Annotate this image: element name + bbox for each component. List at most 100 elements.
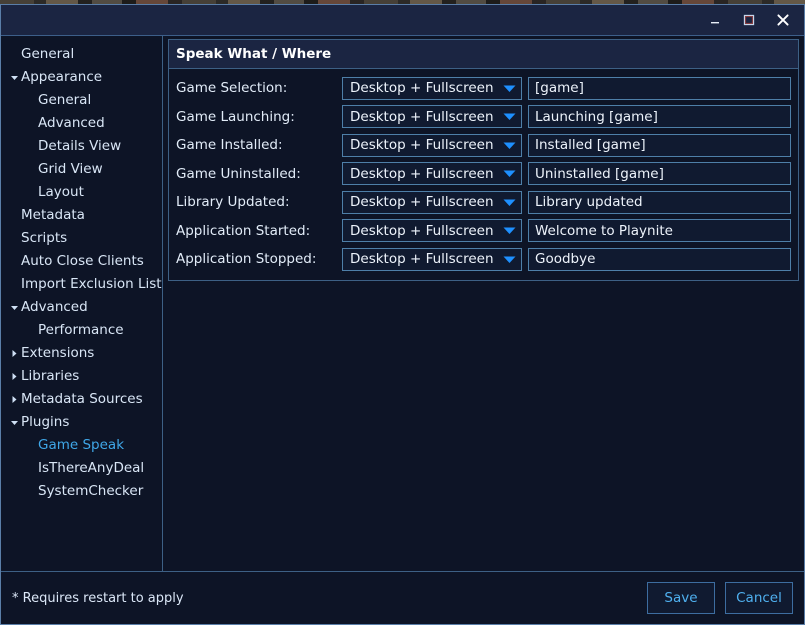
sidebar-item-label: Layout <box>38 183 84 200</box>
where-dropdown[interactable]: Desktop + Fullscreen <box>342 105 522 129</box>
row-label: Application Stopped: <box>176 251 317 268</box>
settings-row: Library Updated: Desktop + Fullscreen Libr… <box>169 188 798 217</box>
sidebar-item-advanced[interactable]: Advanced <box>1 112 162 135</box>
row-label: Game Uninstalled: <box>176 165 301 182</box>
sidebar-item-details-view[interactable]: Details View <box>1 135 162 158</box>
where-dropdown[interactable]: Desktop + Fullscreen <box>342 190 522 214</box>
settings-row: Game Installed: Desktop + Fullscreen Insta… <box>169 131 798 160</box>
chevron-down-icon[interactable] <box>7 418 21 427</box>
sidebar-item-isthereanydeal[interactable]: IsThereAnyDeal <box>1 457 162 480</box>
where-dropdown[interactable]: Desktop + Fullscreen <box>342 247 522 271</box>
save-button[interactable]: Save <box>647 582 715 614</box>
speak-text-value: Welcome to Playnite <box>535 222 673 239</box>
sidebar-item-label: General <box>21 45 75 62</box>
window-footer: * Requires restart to apply Save Cancel <box>1 571 804 624</box>
speak-text-input[interactable]: Uninstalled [game] <box>528 162 791 186</box>
row-label: Library Updated: <box>176 194 290 211</box>
sidebar-item-label: Details View <box>38 137 122 154</box>
speak-text-input[interactable]: [game] <box>528 76 791 100</box>
speak-text-input[interactable]: Launching [game] <box>528 105 791 129</box>
section-header: Speak What / Where <box>169 40 798 69</box>
sidebar-item-label: SystemChecker <box>38 482 144 499</box>
restart-required-note: * Requires restart to apply <box>12 590 184 606</box>
where-dropdown[interactable]: Desktop + Fullscreen <box>342 76 522 100</box>
sidebar-item-label: General <box>38 91 92 108</box>
sidebar-item-label: IsThereAnyDeal <box>38 459 145 476</box>
where-dropdown[interactable]: Desktop + Fullscreen <box>342 133 522 157</box>
chevron-down-icon[interactable] <box>501 198 517 207</box>
speak-what-where-panel: Speak What / Where Game Selection: Deskto… <box>168 39 799 281</box>
settings-row: Game Selection: Desktop + Fullscreen [game… <box>169 74 798 103</box>
close-button[interactable] <box>766 6 800 35</box>
sidebar-item-layout[interactable]: Layout <box>1 181 162 204</box>
row-label: Game Selection: <box>176 80 288 97</box>
sidebar-item-label: Performance <box>38 321 124 338</box>
settings-row: Game Uninstalled: Desktop + Fullscreen Uni… <box>169 160 798 189</box>
chevron-down-icon[interactable] <box>501 141 517 150</box>
settings-window: General Appearance General Advanced Details … <box>0 4 805 625</box>
speak-text-input[interactable]: Installed [game] <box>528 133 791 157</box>
speak-text-value: Installed [game] <box>535 137 646 154</box>
where-dropdown[interactable]: Desktop + Fullscreen <box>342 219 522 243</box>
sidebar-item-extensions[interactable]: Extensions <box>1 342 162 365</box>
sidebar-item-grid-view[interactable]: Grid View <box>1 158 162 181</box>
speak-text-input[interactable]: Goodbye <box>528 247 791 271</box>
chevron-down-icon[interactable] <box>501 112 517 121</box>
sidebar-item-label: Import Exclusion List <box>21 275 162 292</box>
settings-row: Game Launching: Desktop + Fullscreen Launc… <box>169 103 798 132</box>
window-body: General Appearance General Advanced Details … <box>1 36 804 571</box>
sidebar-item-label: Libraries <box>21 367 80 384</box>
sidebar-item-label: Auto Close Clients <box>21 252 144 269</box>
settings-content-area: Speak What / Where Game Selection: Deskto… <box>163 36 804 571</box>
where-dropdown-value: Desktop + Fullscreen <box>350 108 494 125</box>
sidebar-item-game-speak[interactable]: Game Speak <box>1 434 162 457</box>
chevron-down-icon[interactable] <box>7 73 21 82</box>
speak-text-value: Uninstalled [game] <box>535 165 664 182</box>
sidebar-item-appearance[interactable]: Appearance <box>1 66 162 89</box>
chevron-down-icon[interactable] <box>501 226 517 235</box>
sidebar-item-label: Plugins <box>21 413 70 430</box>
sidebar-item-plugins[interactable]: Plugins <box>1 411 162 434</box>
chevron-right-icon[interactable] <box>7 372 21 381</box>
sidebar-item-scripts[interactable]: Scripts <box>1 227 162 250</box>
maximize-button[interactable] <box>732 6 766 35</box>
chevron-right-icon[interactable] <box>7 395 21 404</box>
sidebar-item-label: Appearance <box>21 68 103 85</box>
minimize-button[interactable] <box>698 6 732 35</box>
sidebar-item-import-exclusion-list[interactable]: Import Exclusion List <box>1 273 162 296</box>
where-dropdown-value: Desktop + Fullscreen <box>350 80 494 97</box>
sidebar-item-general[interactable]: General <box>1 43 162 66</box>
speak-text-input[interactable]: Welcome to Playnite <box>528 219 791 243</box>
row-label: Application Started: <box>176 222 311 239</box>
sidebar-item-metadata-sources[interactable]: Metadata Sources <box>1 388 162 411</box>
sidebar-item-libraries[interactable]: Libraries <box>1 365 162 388</box>
sidebar-item-auto-close-clients[interactable]: Auto Close Clients <box>1 250 162 273</box>
chevron-down-icon[interactable] <box>501 255 517 264</box>
settings-rows: Game Selection: Desktop + Fullscreen [game… <box>169 69 798 280</box>
chevron-down-icon[interactable] <box>501 169 517 178</box>
row-label: Game Launching: <box>176 108 295 125</box>
chevron-down-icon[interactable] <box>7 303 21 312</box>
speak-text-input[interactable]: Library updated <box>528 190 791 214</box>
sidebar-item-metadata[interactable]: Metadata <box>1 204 162 227</box>
where-dropdown[interactable]: Desktop + Fullscreen <box>342 162 522 186</box>
where-dropdown-value: Desktop + Fullscreen <box>350 137 494 154</box>
section-title: Speak What / Where <box>176 46 332 62</box>
sidebar-item-performance[interactable]: Performance <box>1 319 162 342</box>
sidebar-item-advanced[interactable]: Advanced <box>1 296 162 319</box>
sidebar-item-general[interactable]: General <box>1 89 162 112</box>
sidebar-item-label: Game Speak <box>38 436 125 453</box>
sidebar-item-label: Grid View <box>38 160 103 177</box>
window-titlebar <box>1 5 804 36</box>
chevron-down-icon[interactable] <box>501 84 517 93</box>
settings-row: Application Stopped: Desktop + Fullscreen… <box>169 245 798 274</box>
row-label: Game Installed: <box>176 137 283 154</box>
where-dropdown-value: Desktop + Fullscreen <box>350 251 494 268</box>
speak-text-value: Goodbye <box>535 251 596 268</box>
settings-sidebar-tree[interactable]: General Appearance General Advanced Details … <box>1 36 163 571</box>
where-dropdown-value: Desktop + Fullscreen <box>350 165 494 182</box>
chevron-right-icon[interactable] <box>7 349 21 358</box>
cancel-button[interactable]: Cancel <box>725 582 793 614</box>
sidebar-item-systemchecker[interactable]: SystemChecker <box>1 480 162 503</box>
sidebar-item-label: Advanced <box>38 114 105 131</box>
